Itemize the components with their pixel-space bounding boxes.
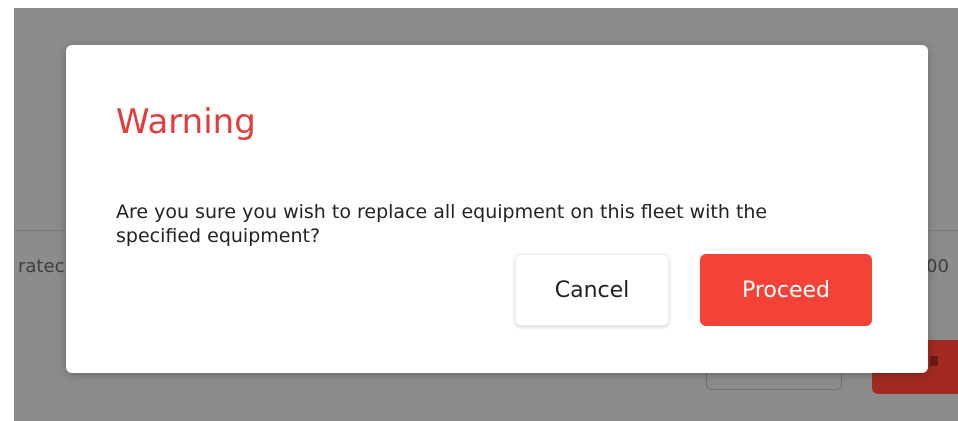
dialog-title: Warning [116,102,256,142]
background-button-icon [930,356,938,366]
screen: ratec 00 Warning Are you sure you wish t… [0,0,958,421]
cancel-button[interactable]: Cancel [515,254,669,326]
dialog-message: Are you sure you wish to replace all equ… [116,201,768,247]
background-text-right: 00 [926,256,949,277]
proceed-button[interactable]: Proceed [700,254,872,326]
warning-dialog: Warning Are you sure you wish to replace… [66,45,928,373]
background-text-left: ratec [18,256,65,277]
